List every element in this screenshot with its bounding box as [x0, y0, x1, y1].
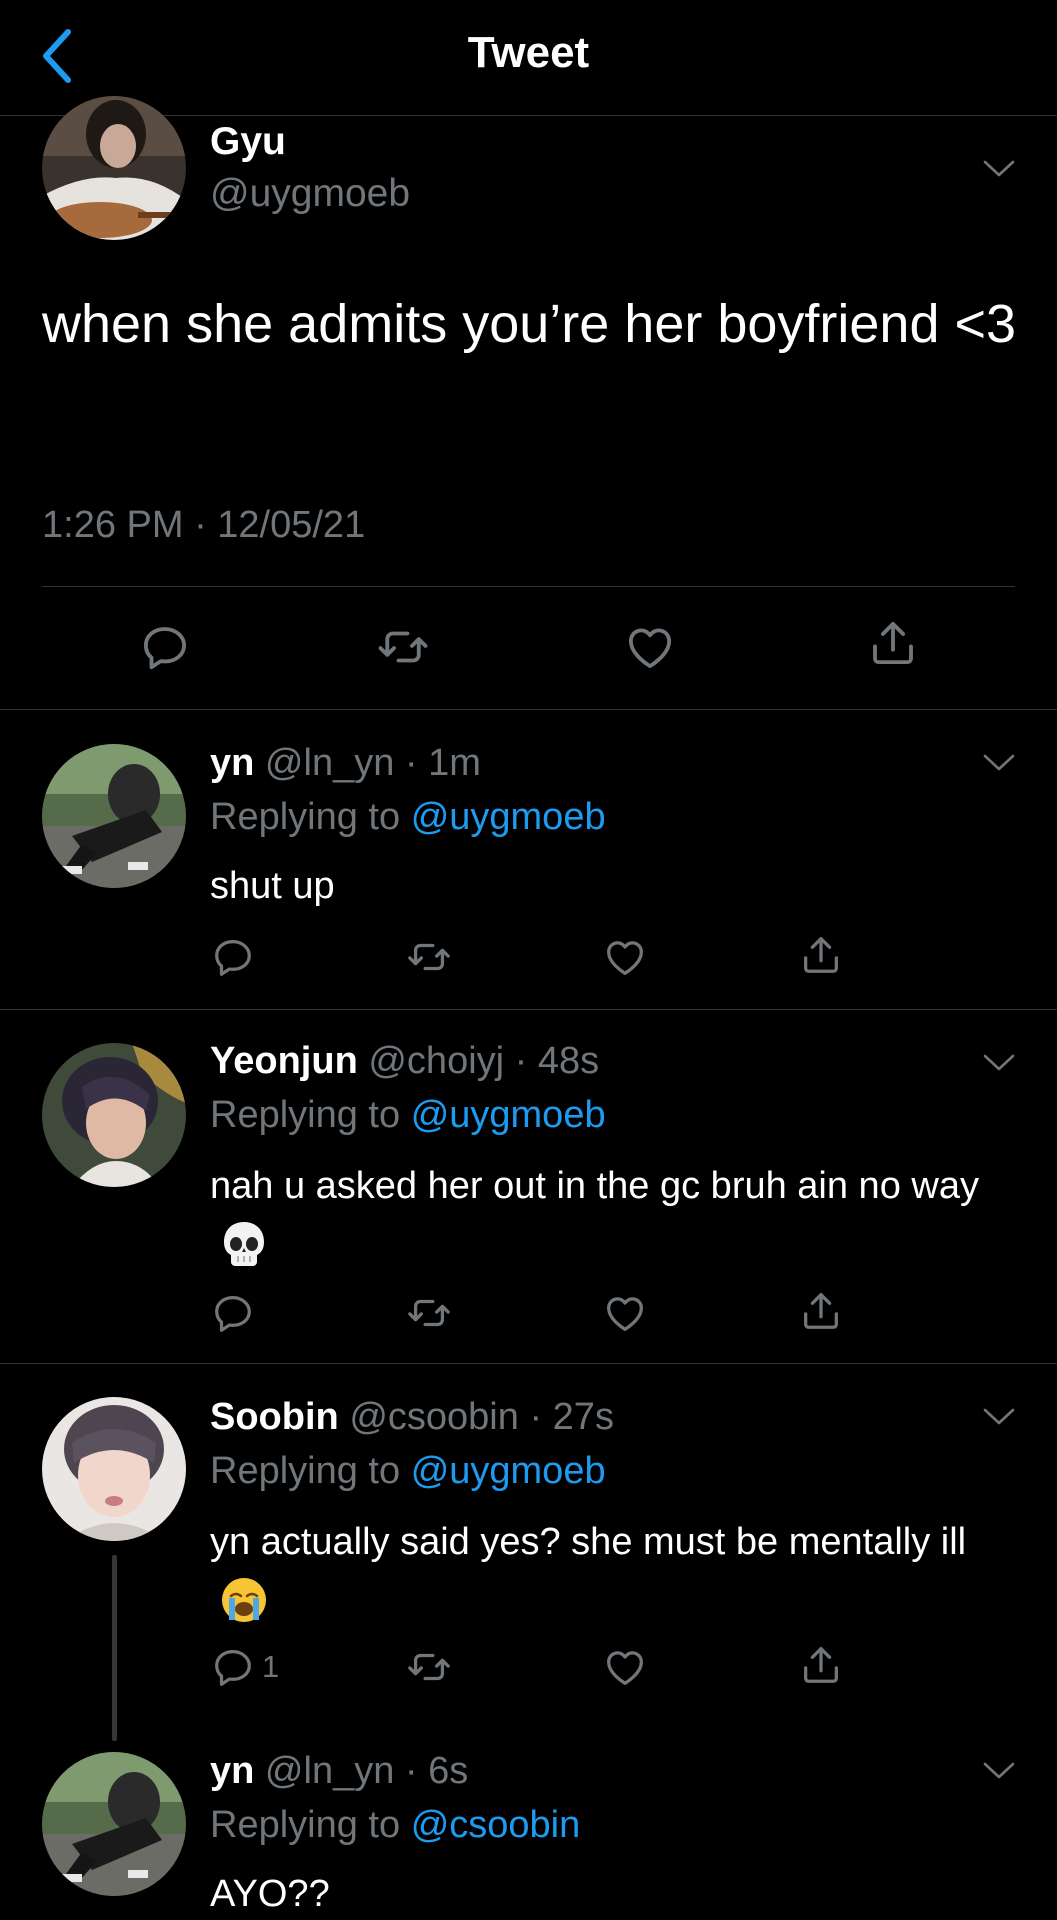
avatar[interactable]: [42, 1043, 186, 1187]
loudly-crying-emoji: [222, 1577, 266, 1622]
avatar[interactable]: [42, 1397, 186, 1541]
replying-to: Replying to @uygmoeb: [210, 796, 606, 839]
avatar[interactable]: [42, 744, 186, 888]
replying-to-label: Replying to: [210, 1450, 401, 1492]
chevron-down-icon[interactable]: [982, 158, 1016, 180]
like-button[interactable]: [623, 620, 677, 674]
author-name[interactable]: Gyu: [210, 120, 286, 164]
reply-button[interactable]: [210, 934, 262, 980]
skull-emoji: [224, 1221, 264, 1266]
retweet-button[interactable]: [406, 1290, 452, 1336]
tweet-time: 6s: [428, 1750, 469, 1792]
divider: [0, 709, 1057, 710]
author-handle[interactable]: @choiyj: [368, 1040, 504, 1082]
tweet-time: 1m: [428, 742, 481, 784]
reply-button[interactable]: [138, 620, 192, 674]
reply-text: yn actually said yes? she must be mental…: [210, 1521, 967, 1563]
author-name[interactable]: yn: [210, 1750, 254, 1792]
like-button[interactable]: [602, 1644, 648, 1690]
mention-link[interactable]: @csoobin: [411, 1804, 581, 1846]
share-icon: [798, 1288, 844, 1334]
divider: [42, 586, 1015, 587]
reply-text: AYO??: [210, 1873, 330, 1915]
reply-icon: [210, 1644, 256, 1690]
like-icon: [623, 620, 677, 674]
retweet-icon: [406, 1290, 452, 1336]
reply-text: shut up: [210, 865, 335, 907]
replying-to-label: Replying to: [210, 1094, 401, 1136]
share-icon: [866, 616, 920, 670]
mention-link[interactable]: @uygmoeb: [411, 1450, 606, 1492]
reply-text-block: nah u asked her out in the gc bruh ain n…: [210, 1158, 1020, 1270]
chevron-down-icon[interactable]: [982, 752, 1016, 774]
author-handle[interactable]: @ln_yn: [265, 1750, 394, 1792]
share-button[interactable]: [866, 616, 920, 670]
share-icon: [798, 1642, 844, 1688]
share-button[interactable]: [798, 932, 844, 978]
reply-text: nah u asked her out in the gc bruh ain n…: [210, 1165, 979, 1207]
tweet-text: when she admits you’re her boyfriend <3: [42, 294, 1017, 354]
replying-to: Replying to @uygmoeb: [210, 1094, 606, 1137]
replying-to-label: Replying to: [210, 796, 401, 838]
author-name[interactable]: Soobin: [210, 1396, 339, 1438]
reply-text-block: yn actually said yes? she must be mental…: [210, 1514, 1020, 1626]
replying-to: Replying to @csoobin: [210, 1804, 580, 1847]
mention-link[interactable]: @uygmoeb: [411, 1094, 606, 1136]
chevron-down-icon[interactable]: [982, 1760, 1016, 1782]
reply-count: 1: [262, 1649, 280, 1684]
retweet-icon: [406, 1644, 452, 1690]
retweet-button[interactable]: [406, 1644, 452, 1690]
like-icon: [602, 934, 648, 980]
chevron-down-icon[interactable]: [982, 1052, 1016, 1074]
divider: [0, 1009, 1057, 1010]
avatar[interactable]: [42, 96, 186, 240]
thread-connector-line: [112, 1555, 117, 1741]
like-button[interactable]: [602, 934, 648, 980]
tweet-timestamp: 1:26 PM · 12/05/21: [42, 504, 366, 546]
author-name[interactable]: Yeonjun: [210, 1040, 358, 1082]
reply-icon: [138, 620, 192, 674]
replying-to: Replying to @uygmoeb: [210, 1450, 606, 1493]
share-button[interactable]: [798, 1642, 844, 1688]
avatar[interactable]: [42, 1752, 186, 1896]
share-icon: [798, 932, 844, 978]
share-button[interactable]: [798, 1288, 844, 1334]
retweet-icon: [406, 934, 452, 980]
like-icon: [602, 1290, 648, 1336]
retweet-icon: [376, 620, 430, 674]
reply-icon: [210, 934, 256, 980]
author-name[interactable]: yn: [210, 742, 254, 784]
author-handle[interactable]: @ln_yn: [265, 742, 394, 784]
mention-link[interactable]: @uygmoeb: [411, 796, 606, 838]
retweet-button[interactable]: [406, 934, 452, 980]
reply-button[interactable]: 1: [210, 1644, 279, 1690]
tweet-time: 48s: [537, 1040, 600, 1082]
author-handle[interactable]: @uygmoeb: [210, 172, 410, 216]
page-title: Tweet: [467, 28, 590, 77]
author-handle[interactable]: @csoobin: [349, 1396, 519, 1438]
like-icon: [602, 1644, 648, 1690]
divider: [0, 1363, 1057, 1364]
reply-icon: [210, 1290, 256, 1336]
retweet-button[interactable]: [376, 620, 430, 674]
chevron-down-icon[interactable]: [982, 1406, 1016, 1428]
reply-button[interactable]: [210, 1290, 262, 1336]
tweet-time: 27s: [552, 1396, 614, 1438]
replying-to-label: Replying to: [210, 1804, 401, 1846]
like-button[interactable]: [602, 1290, 648, 1336]
top-bar: Tweet: [0, 0, 1057, 116]
